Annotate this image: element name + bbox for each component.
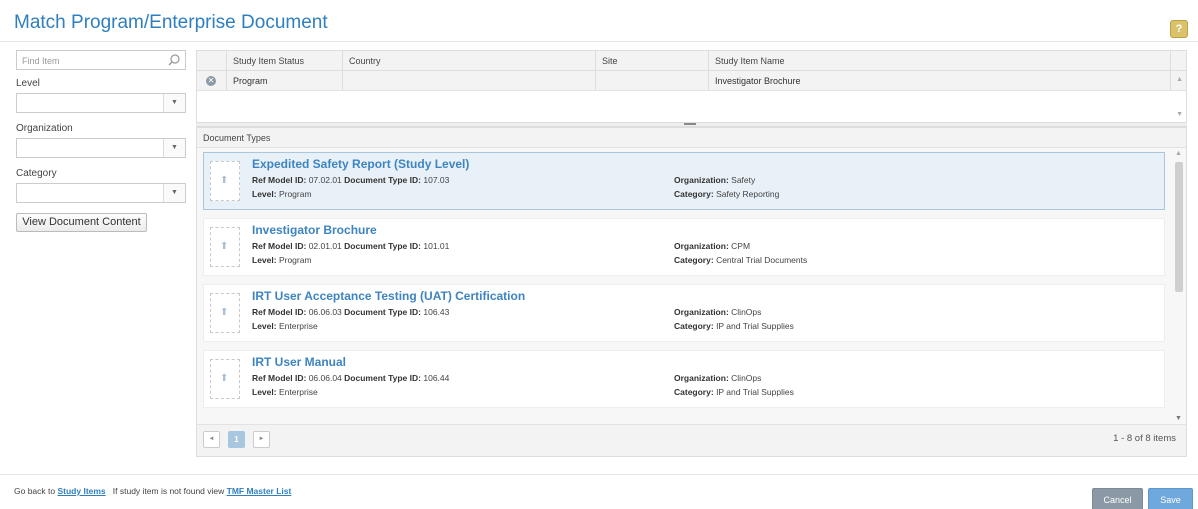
level-line: Level: Program: [252, 189, 312, 199]
save-button[interactable]: Save: [1148, 488, 1193, 509]
table-row[interactable]: ✕ Program Investigator Brochure: [197, 71, 1186, 91]
not-found-text: If study item is not found view: [112, 486, 225, 496]
ref-model-line: Ref Model ID: 06.06.04 Document Type ID:…: [252, 373, 450, 383]
document-upload-icon: ⬆: [210, 359, 240, 399]
document-upload-icon: ⬆: [210, 293, 240, 333]
remove-circle-icon[interactable]: ✕: [206, 76, 216, 86]
column-study-item-status[interactable]: Study Item Status: [227, 51, 343, 70]
ref-model-line: Ref Model ID: 07.02.01 Document Type ID:…: [252, 175, 450, 185]
remove-cell: ✕: [197, 71, 227, 90]
title-divider: [0, 41, 1198, 42]
category-line: Category: Safety Reporting: [674, 189, 780, 199]
document-types-header: Document Types: [197, 128, 1186, 148]
grid-header-blank: [197, 51, 227, 70]
chevron-down-icon[interactable]: ▼: [163, 184, 185, 202]
document-type-item[interactable]: ⬆ IRT User Acceptance Testing (UAT) Cert…: [203, 284, 1165, 342]
splitter-grip-icon[interactable]: [684, 123, 696, 125]
document-type-item[interactable]: ⬆ IRT User Manual Ref Model ID: 06.06.04…: [203, 350, 1165, 408]
document-upload-icon: ⬆: [210, 161, 240, 201]
document-list-scrollbar[interactable]: ▲ ▼: [1173, 150, 1185, 422]
cell-status: Program: [227, 71, 343, 90]
category-line: Category: Central Trial Documents: [674, 255, 808, 265]
search-input[interactable]: [17, 52, 157, 70]
scroll-down-icon[interactable]: ▼: [1176, 111, 1183, 118]
help-button[interactable]: ?: [1170, 20, 1188, 38]
chevron-down-icon[interactable]: ▼: [163, 94, 185, 112]
match-document-dialog: Match Program/Enterprise Document ? Leve…: [0, 0, 1198, 509]
level-line: Level: Enterprise: [252, 321, 318, 331]
organization-line: Organization: Safety: [674, 175, 756, 185]
category-line: Category: IP and Trial Supplies: [674, 321, 794, 331]
scrollbar-thumb[interactable]: [1175, 162, 1183, 292]
level-line: Level: Program: [252, 255, 312, 265]
pager-info: 1 - 8 of 8 items: [1113, 433, 1176, 444]
document-type-title[interactable]: Expedited Safety Report (Study Level): [252, 157, 469, 171]
document-type-title[interactable]: Investigator Brochure: [252, 223, 377, 237]
tmf-master-list-link[interactable]: TMF Master List: [227, 486, 292, 496]
document-type-title[interactable]: IRT User Acceptance Testing (UAT) Certif…: [252, 289, 525, 303]
cell-country: [343, 71, 596, 90]
level-select[interactable]: ▼: [16, 93, 186, 113]
dialog-title: Match Program/Enterprise Document: [14, 12, 328, 33]
ref-model-line: Ref Model ID: 02.01.01 Document Type ID:…: [252, 241, 450, 251]
document-type-item[interactable]: ⬆ Expedited Safety Report (Study Level) …: [203, 152, 1165, 210]
title-bar: Match Program/Enterprise Document ?: [0, 0, 1198, 40]
go-back-text: Go back to: [14, 486, 56, 496]
view-document-content-button[interactable]: View Document Content: [16, 213, 147, 232]
organization-line: Organization: CPM: [674, 241, 751, 251]
scroll-up-icon[interactable]: ▲: [1175, 150, 1182, 157]
footer-text: Go back to Study Items If study item is …: [14, 486, 291, 496]
cell-name: Investigator Brochure: [709, 71, 1171, 90]
organization-line: Organization: ClinOps: [674, 307, 762, 317]
category-line: Category: IP and Trial Supplies: [674, 387, 794, 397]
category-label: Category: [16, 168, 57, 179]
pager: ◄ 1 ► 1 - 8 of 8 items: [197, 424, 1186, 456]
footer-divider: [0, 474, 1198, 475]
search-box: [16, 50, 186, 70]
level-line: Level: Enterprise: [252, 387, 318, 397]
organization-line: Organization: ClinOps: [674, 373, 762, 383]
study-item-grid: Study Item Status Country Site Study Ite…: [196, 50, 1187, 123]
document-type-item[interactable]: ⬆ Investigator Brochure Ref Model ID: 02…: [203, 218, 1165, 276]
search-icon[interactable]: [167, 53, 181, 67]
grid-header: Study Item Status Country Site Study Ite…: [197, 51, 1186, 71]
previous-page-button[interactable]: ◄: [203, 431, 220, 448]
document-types-panel: Document Types ⬆ Expedited Safety Report…: [196, 127, 1187, 457]
document-type-list: ⬆ Expedited Safety Report (Study Level) …: [197, 148, 1172, 423]
column-country[interactable]: Country: [343, 51, 596, 70]
cancel-button[interactable]: Cancel: [1092, 488, 1143, 509]
next-page-button[interactable]: ►: [253, 431, 270, 448]
chevron-down-icon[interactable]: ▼: [163, 139, 185, 157]
page-1-button[interactable]: 1: [228, 431, 245, 448]
column-study-item-name[interactable]: Study Item Name: [709, 51, 1171, 70]
level-label: Level: [16, 78, 40, 89]
category-select[interactable]: ▼: [16, 183, 186, 203]
organization-label: Organization: [16, 123, 73, 134]
document-type-title[interactable]: IRT User Manual: [252, 355, 346, 369]
column-site[interactable]: Site: [596, 51, 709, 70]
filter-panel: Level ▼ Organization ▼ Category ▼ View D…: [16, 50, 186, 232]
cell-site: [596, 71, 709, 90]
document-upload-icon: ⬆: [210, 227, 240, 267]
study-items-link[interactable]: Study Items: [57, 486, 105, 496]
scroll-up-icon[interactable]: ▲: [1176, 76, 1183, 83]
organization-select[interactable]: ▼: [16, 138, 186, 158]
ref-model-line: Ref Model ID: 06.06.03 Document Type ID:…: [252, 307, 450, 317]
grid-header-filler: [1171, 51, 1186, 70]
scroll-down-icon[interactable]: ▼: [1175, 415, 1182, 422]
